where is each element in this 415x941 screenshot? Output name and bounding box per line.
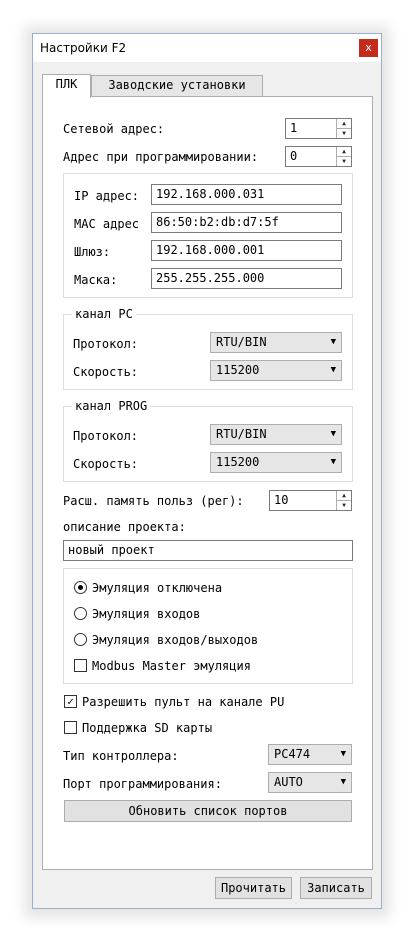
chevron-down-icon: ▼ [340, 777, 346, 787]
emulation-io-radio[interactable] [74, 633, 87, 646]
allow-pu-checkbox[interactable]: ✓ [64, 695, 77, 708]
spin-down-icon[interactable]: ▼ [337, 501, 351, 510]
radio-dot-icon [78, 585, 83, 590]
channel-pc-title: канал PC [72, 307, 136, 321]
channel-prog-title: канал PROG [72, 399, 151, 413]
controller-type-label: Тип контроллера: [63, 749, 179, 763]
spin-up-icon[interactable]: ▲ [337, 491, 351, 501]
sd-card-checkbox[interactable] [64, 721, 77, 734]
chevron-down-icon: ▼ [330, 457, 336, 467]
channel-pc-speed-label: Скорость: [73, 365, 139, 379]
channel-prog-protocol-select[interactable]: RTU/BIN ▼ [210, 424, 342, 445]
emulation-off-radio[interactable] [74, 581, 87, 594]
title-bar[interactable]: Настройки F2 x [33, 34, 381, 62]
network-address-spinbox[interactable]: 1 ▲ ▼ [285, 118, 352, 139]
channel-pc-speed-value: 115200 [216, 363, 260, 377]
emulation-inputs-radio[interactable] [74, 607, 87, 620]
channel-prog-speed-label: Скорость: [73, 457, 139, 471]
close-button[interactable]: x [359, 39, 378, 57]
mac-address-field[interactable]: 86:50:b2:db:d7:5f [151, 212, 342, 233]
spin-down-icon[interactable]: ▼ [337, 129, 351, 138]
read-button[interactable]: Прочитать [215, 877, 292, 899]
channel-prog-speed-select[interactable]: 115200 ▼ [210, 452, 342, 473]
channel-pc-speed-select[interactable]: 115200 ▼ [210, 360, 342, 381]
tab-factory-settings[interactable]: Заводские установки [91, 75, 263, 97]
ext-memory-value: 10 [274, 493, 289, 507]
channel-prog-protocol-label: Протокол: [73, 429, 139, 443]
emulation-off-label[interactable]: Эмуляция отключена [92, 581, 222, 595]
controller-type-value: PC474 [274, 747, 311, 761]
channel-pc-protocol-label: Протокол: [73, 337, 139, 351]
ext-memory-label: Расш. память польз (рег): [63, 494, 244, 508]
modbus-master-checkbox[interactable] [74, 659, 87, 672]
channel-prog-protocol-value: RTU/BIN [216, 427, 267, 441]
controller-type-select[interactable]: PC474 ▼ [268, 744, 352, 765]
mask-label: Маска: [74, 273, 118, 287]
prog-address-label: Адрес при программировании: [63, 150, 259, 164]
mask-field[interactable]: 255.255.255.000 [151, 268, 342, 289]
network-address-value: 1 [290, 121, 298, 135]
modbus-master-label[interactable]: Modbus Master эмуляция [92, 659, 251, 673]
window-title: Настройки F2 [40, 41, 127, 55]
emulation-inputs-label[interactable]: Эмуляция входов [92, 607, 200, 621]
emulation-io-label[interactable]: Эмуляция входов/выходов [92, 633, 258, 647]
channel-pc-protocol-value: RTU/BIN [216, 335, 267, 349]
settings-dialog: Настройки F2 x ПЛК Заводские установки С… [32, 33, 382, 909]
chevron-down-icon: ▼ [330, 429, 336, 439]
spin-up-icon[interactable]: ▲ [337, 119, 351, 129]
prog-port-label: Порт программирования: [63, 777, 222, 791]
prog-address-value: 0 [290, 149, 298, 163]
prog-address-spinbox[interactable]: 0 ▲ ▼ [285, 146, 352, 167]
allow-pu-label[interactable]: Разрешить пульт на канале PU [82, 695, 284, 709]
sd-card-label[interactable]: Поддержка SD карты [82, 721, 212, 735]
chevron-down-icon: ▼ [330, 365, 336, 375]
project-description-field[interactable]: новый проект [63, 540, 353, 561]
gateway-field[interactable]: 192.168.000.001 [151, 240, 342, 261]
prog-port-value: AUTO [274, 775, 303, 789]
tab-plc[interactable]: ПЛК [42, 74, 91, 98]
ext-memory-spinbox[interactable]: 10 ▲ ▼ [269, 490, 352, 511]
write-button[interactable]: Записать [300, 877, 372, 899]
channel-prog-speed-value: 115200 [216, 455, 260, 469]
refresh-ports-button[interactable]: Обновить список портов [64, 800, 352, 822]
spin-up-icon[interactable]: ▲ [337, 147, 351, 157]
project-description-label: описание проекта: [63, 520, 186, 534]
network-address-label: Сетевой адрес: [63, 122, 165, 136]
ip-address-label: IP адрес: [74, 189, 140, 203]
gateway-label: Шлюз: [74, 245, 111, 259]
channel-pc-protocol-select[interactable]: RTU/BIN ▼ [210, 332, 342, 353]
chevron-down-icon: ▼ [340, 749, 346, 759]
chevron-down-icon: ▼ [330, 337, 336, 347]
prog-port-select[interactable]: AUTO ▼ [268, 772, 352, 793]
mac-address-label: MAC адрес [74, 217, 140, 231]
spin-down-icon[interactable]: ▼ [337, 157, 351, 166]
checkmark-icon: ✓ [67, 695, 74, 708]
ip-address-field[interactable]: 192.168.000.031 [151, 184, 342, 205]
tab-panel-plc: Сетевой адрес: 1 ▲ ▼ Адрес при программи… [42, 96, 373, 870]
